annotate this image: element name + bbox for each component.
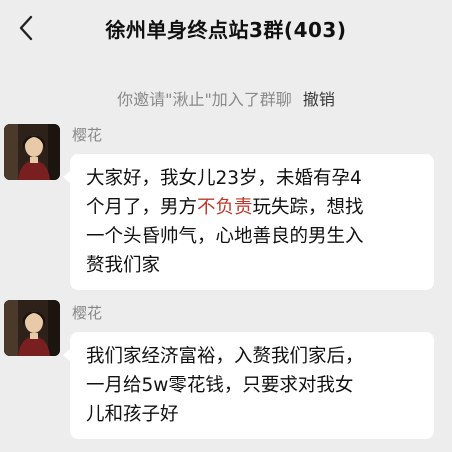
sender-name: 樱花 <box>72 304 103 322</box>
top-bar: 徐州单身终点站3群(403) <box>0 0 452 56</box>
message-bubble[interactable]: 大家好，我女儿23岁，未婚有孕4 个月了，男方不负责玩失踪，想找 一个头昏帅气，… <box>63 154 434 290</box>
sender-name: 樱花 <box>72 126 103 144</box>
highlight-text: 不负责 <box>197 197 253 218</box>
message-line: 一月给5w零花钱，只要求对我女 <box>86 375 354 396</box>
undo-button[interactable]: 撤销 <box>303 90 335 109</box>
message-bubble[interactable]: 我们家经济富裕，入赘我们家后， 一月给5w零花钱，只要求对我女 儿和孩子好 <box>63 332 434 439</box>
message-line: 儿和孩子好 <box>86 404 179 425</box>
message-line: 赘我们家 <box>86 255 161 276</box>
message-line-part: 玩失踪，想找 <box>252 197 364 218</box>
message-line-part: 个月了，男方 <box>86 197 198 218</box>
chat-title: 徐州单身终点站3群(403) <box>105 17 347 42</box>
avatar[interactable] <box>4 124 60 180</box>
message-line: 我们家经济富裕，入赘我们家后， <box>86 346 364 367</box>
message-line: 个月了，男方不负责玩失踪，想找 <box>86 193 420 222</box>
avatar[interactable] <box>4 300 60 356</box>
back-button[interactable] <box>14 14 38 42</box>
chevron-left-icon <box>19 15 33 41</box>
system-message-text: 你邀请"湫止"加入了群聊 <box>117 90 292 109</box>
message-line: 大家好，我女儿23岁，未婚有孕4 <box>86 168 362 189</box>
system-message: 你邀请"湫止"加入了群聊 撤销 <box>0 86 452 110</box>
message-line: 一个头昏帅气，心地善良的男生入 <box>86 226 364 247</box>
